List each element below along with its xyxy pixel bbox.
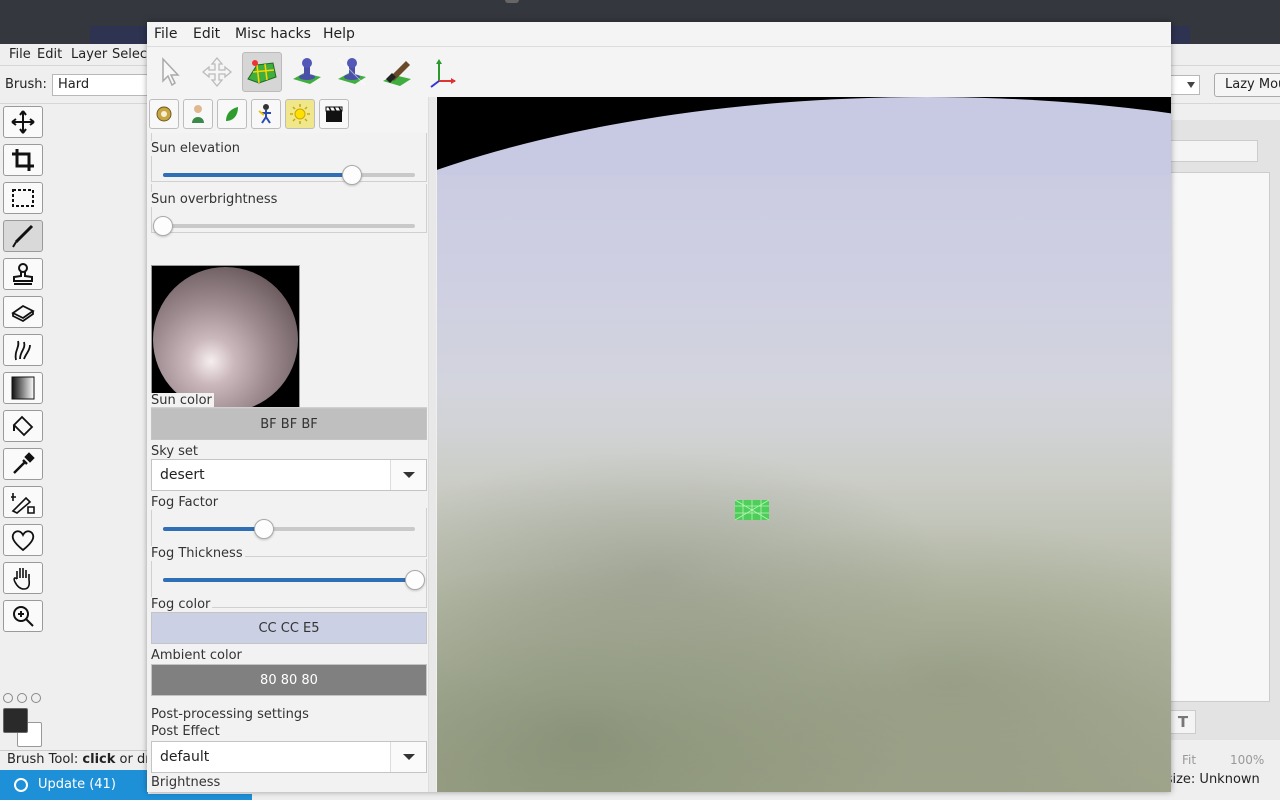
pen-icon[interactable] — [3, 486, 43, 518]
update-label: Update (41) — [38, 777, 116, 792]
fit-label[interactable]: Fit — [1182, 753, 1196, 767]
menu-file[interactable]: File — [154, 26, 177, 42]
zoom-label[interactable]: 100% — [1230, 753, 1264, 767]
move-cross-icon[interactable] — [197, 52, 237, 92]
window-menubar: File Edit Misc hacks Help — [147, 22, 1171, 47]
menu-edit[interactable]: Edit — [193, 26, 220, 42]
void-edge — [437, 97, 1171, 175]
3d-viewport[interactable] — [437, 97, 1171, 792]
gradient-icon[interactable] — [3, 372, 43, 404]
stamp-icon[interactable] — [3, 258, 43, 290]
background-layer-list[interactable] — [1170, 172, 1270, 702]
object-2-icon[interactable] — [332, 52, 372, 92]
terrain-ground — [437, 427, 1171, 792]
sun-color-label: Sun color — [151, 393, 214, 408]
background-dropdown[interactable] — [1170, 75, 1200, 95]
post-effect-combo[interactable]: default — [151, 741, 427, 773]
sun-elevation-thumb[interactable] — [342, 165, 362, 185]
rect-select-icon[interactable] — [3, 182, 43, 214]
update-notification[interactable]: Update (41) — [0, 770, 148, 800]
brush-label: Brush: — [5, 77, 47, 92]
sun-overbrightness-thumb[interactable] — [153, 216, 173, 236]
sun-elevation-label: Sun elevation — [151, 141, 243, 156]
fog-thickness-thumb[interactable] — [405, 570, 425, 590]
sky-set-label: Sky set — [151, 444, 201, 459]
fog-thickness-fill — [163, 578, 415, 582]
ambient-color-button[interactable]: 80 80 80 — [151, 664, 427, 696]
post-effect-value: default — [160, 749, 210, 765]
update-progress — [148, 794, 252, 800]
post-effect-label: Post Effect — [151, 724, 222, 739]
update-icon — [14, 778, 28, 792]
brush-paint-icon[interactable] — [377, 52, 417, 92]
background-right-combo[interactable] — [1170, 140, 1258, 162]
brush-select[interactable]: Hard — [52, 74, 152, 96]
settings-icon[interactable] — [149, 99, 179, 129]
fog-factor-label: Fog Factor — [151, 495, 221, 510]
sun-color-button[interactable]: BF BF BF — [151, 408, 427, 440]
figure-icon[interactable] — [251, 99, 281, 129]
editor-window: File Edit Misc hacks Help Sun elevation … — [147, 22, 1171, 792]
chevron-down-icon[interactable] — [390, 742, 426, 772]
fog-color-button[interactable]: CC CC E5 — [151, 612, 427, 644]
fog-color-label: Fog color — [151, 597, 213, 612]
bg-menu-layer[interactable]: Layer — [71, 47, 107, 62]
crop-icon[interactable] — [3, 144, 43, 176]
text-tool-button[interactable]: T — [1170, 710, 1196, 734]
sun-preview-sphere — [151, 265, 300, 414]
sky-set-value: desert — [160, 467, 205, 483]
heart-shape-icon[interactable] — [3, 524, 43, 556]
panel-scrollbar[interactable] — [428, 97, 436, 792]
chevron-down-icon[interactable] — [390, 460, 426, 490]
background-toolbox — [0, 104, 148, 750]
axes-icon[interactable] — [422, 52, 462, 92]
object-icon[interactable] — [287, 52, 327, 92]
fill-icon[interactable] — [3, 410, 43, 442]
zoom-icon[interactable] — [3, 600, 43, 632]
sun-overbrightness-label: Sun overbrightness — [151, 192, 280, 207]
terrain-selection-marker[interactable] — [734, 499, 770, 521]
select-arrow-icon[interactable] — [152, 52, 192, 92]
fog-factor-fill — [163, 527, 264, 531]
post-processing-label: Post-processing settings — [151, 707, 311, 722]
tool-hint: Brush Tool: click or dr — [7, 752, 151, 767]
sun-overbrightness-slider[interactable] — [153, 216, 415, 236]
sun-icon[interactable] — [285, 99, 315, 129]
hand-icon[interactable] — [3, 562, 43, 594]
bg-menu-file[interactable]: File — [9, 47, 31, 62]
brightness-label: Brightness — [151, 775, 223, 790]
menu-help[interactable]: Help — [323, 26, 355, 42]
brush-icon[interactable] — [3, 220, 43, 252]
bg-menu-edit[interactable]: Edit — [37, 47, 62, 62]
zoom-controls: Fit 100% — [1170, 750, 1280, 770]
fog-thickness-label: Fog Thickness — [151, 546, 245, 561]
lazy-mouse-button[interactable]: Lazy Mou — [1214, 73, 1280, 97]
eraser-icon[interactable] — [3, 296, 43, 328]
character-icon[interactable] — [183, 99, 213, 129]
sun-elevation-slider[interactable] — [163, 165, 415, 185]
move-icon[interactable] — [3, 106, 43, 138]
environment-settings-panel: Sun elevation Sun overbrightness Sun col… — [147, 133, 428, 792]
smudge-icon[interactable] — [3, 334, 43, 366]
clapper-icon[interactable] — [319, 99, 349, 129]
fog-thickness-slider[interactable] — [163, 570, 425, 590]
plant-icon[interactable] — [217, 99, 247, 129]
fog-factor-slider[interactable] — [163, 519, 415, 539]
terrain-grid-icon[interactable] — [242, 52, 282, 92]
panel-tabs — [147, 97, 432, 133]
background-title-block — [90, 26, 150, 44]
bg-menu-select[interactable]: Selec — [112, 47, 147, 62]
background-title-block-right — [1170, 26, 1190, 44]
window-toolbar — [147, 47, 1171, 97]
palette-dots[interactable] — [3, 692, 45, 707]
eyedropper-icon[interactable] — [3, 448, 43, 480]
sun-elevation-fill — [163, 173, 352, 177]
foreground-color-swatch[interactable] — [3, 708, 28, 733]
menu-misc-hacks[interactable]: Misc hacks — [235, 26, 311, 42]
ambient-color-label: Ambient color — [151, 648, 244, 663]
chevron-down-icon — [1187, 82, 1195, 88]
sky-set-combo[interactable]: desert — [151, 459, 427, 491]
fog-factor-thumb[interactable] — [253, 519, 274, 539]
